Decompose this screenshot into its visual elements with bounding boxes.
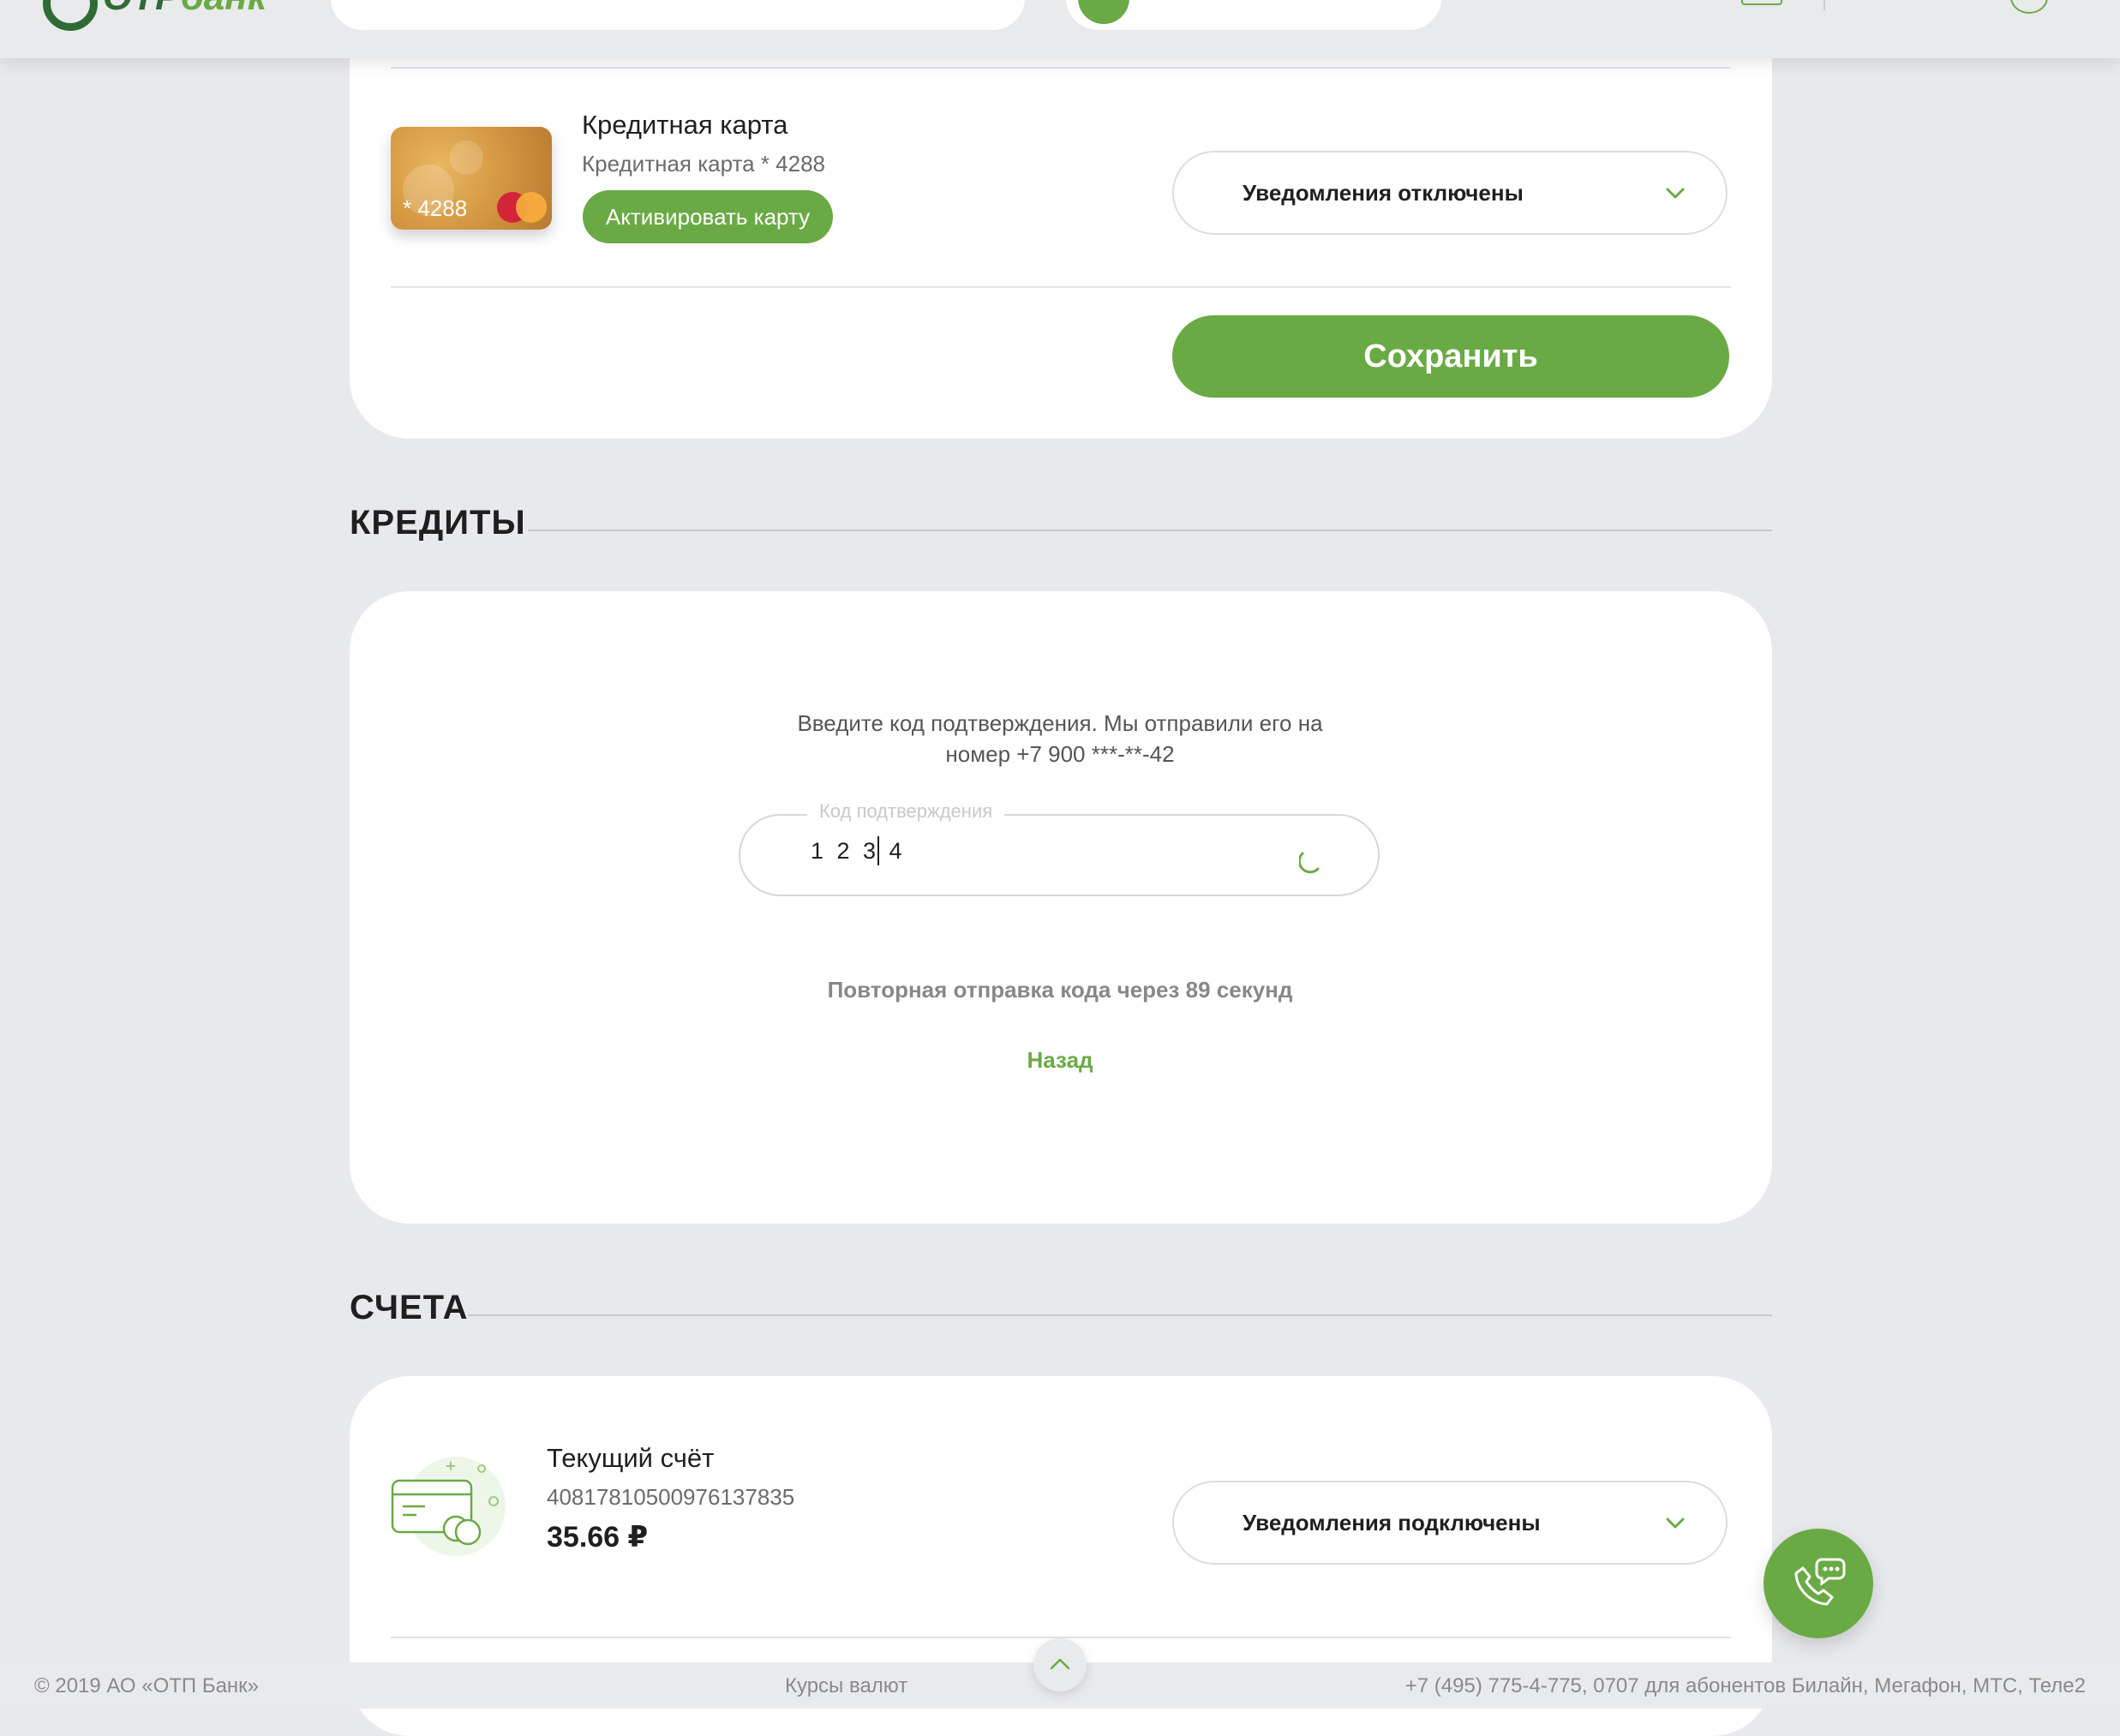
account-wallet-icon <box>391 1457 506 1556</box>
card-notifications-select[interactable]: Уведомления отключены <box>1172 151 1728 235</box>
credit-card-image: * 4288 <box>391 127 552 230</box>
chevron-up-icon <box>1050 1658 1070 1670</box>
logo-ring-icon <box>43 0 98 31</box>
section-line <box>528 530 1772 531</box>
product-title: Кредитная карта <box>582 110 788 140</box>
section-line <box>468 1314 1772 1316</box>
text-caret <box>877 836 879 865</box>
code-field-label: Код подтверждения <box>807 800 1005 823</box>
credits-panel <box>350 591 1772 1224</box>
divider <box>391 67 1731 69</box>
contact-phones: +7 (495) 775-4-775, 0707 для абонентов Б… <box>1404 1674 2086 1697</box>
confirm-instructions: Введите код подтверждения. Мы отправили … <box>797 710 1323 767</box>
chevron-down-icon <box>1666 1518 1685 1529</box>
user-avatar-icon[interactable] <box>2010 0 2048 14</box>
currency-rates-link[interactable]: Курсы валют <box>785 1674 907 1698</box>
header-action-pill[interactable] <box>1066 0 1441 30</box>
header-search-input[interactable] <box>331 0 1025 30</box>
product-subtitle: Кредитная карта * 4288 <box>582 151 825 177</box>
card-number-label: * 4288 <box>403 195 468 221</box>
copyright-text: © 2019 АО «ОТП Банк» <box>34 1674 260 1697</box>
chevron-down-icon <box>1666 188 1685 199</box>
account-title: Текущий счёт <box>547 1443 715 1473</box>
resend-timer: Повторная отправка кода через 89 секунд <box>827 977 1293 1003</box>
header-pill-icon <box>1078 0 1129 24</box>
support-chat-button[interactable] <box>1764 1529 1873 1638</box>
scroll-to-top-button[interactable] <box>1033 1638 1087 1691</box>
select-value: Уведомления подключены <box>1243 1510 1541 1535</box>
header-divider <box>1824 0 1825 10</box>
section-title-accounts: СЧЕТА <box>350 1289 469 1326</box>
save-button[interactable]: Сохранить <box>1172 315 1729 398</box>
code-value: 1 2 3 4 <box>811 838 906 864</box>
loading-spinner-icon <box>1299 852 1320 874</box>
back-link[interactable]: Назад <box>974 1047 1146 1074</box>
divider <box>391 286 1731 288</box>
account-balance: 35.66 ₽ <box>547 1521 649 1553</box>
logo-text: OTPбанк <box>103 0 266 19</box>
top-header: OTPбанк <box>0 0 2120 58</box>
phone-chat-icon <box>1794 1558 1846 1606</box>
section-title-credits: КРЕДИТЫ <box>350 504 526 542</box>
account-notifications-select[interactable]: Уведомления подключены <box>1172 1481 1728 1565</box>
activate-card-button[interactable]: Активировать карту <box>583 190 833 243</box>
mail-icon[interactable] <box>1741 0 1782 5</box>
account-number: 40817810500976137835 <box>547 1484 795 1510</box>
select-value: Уведомления отключены <box>1243 180 1524 206</box>
